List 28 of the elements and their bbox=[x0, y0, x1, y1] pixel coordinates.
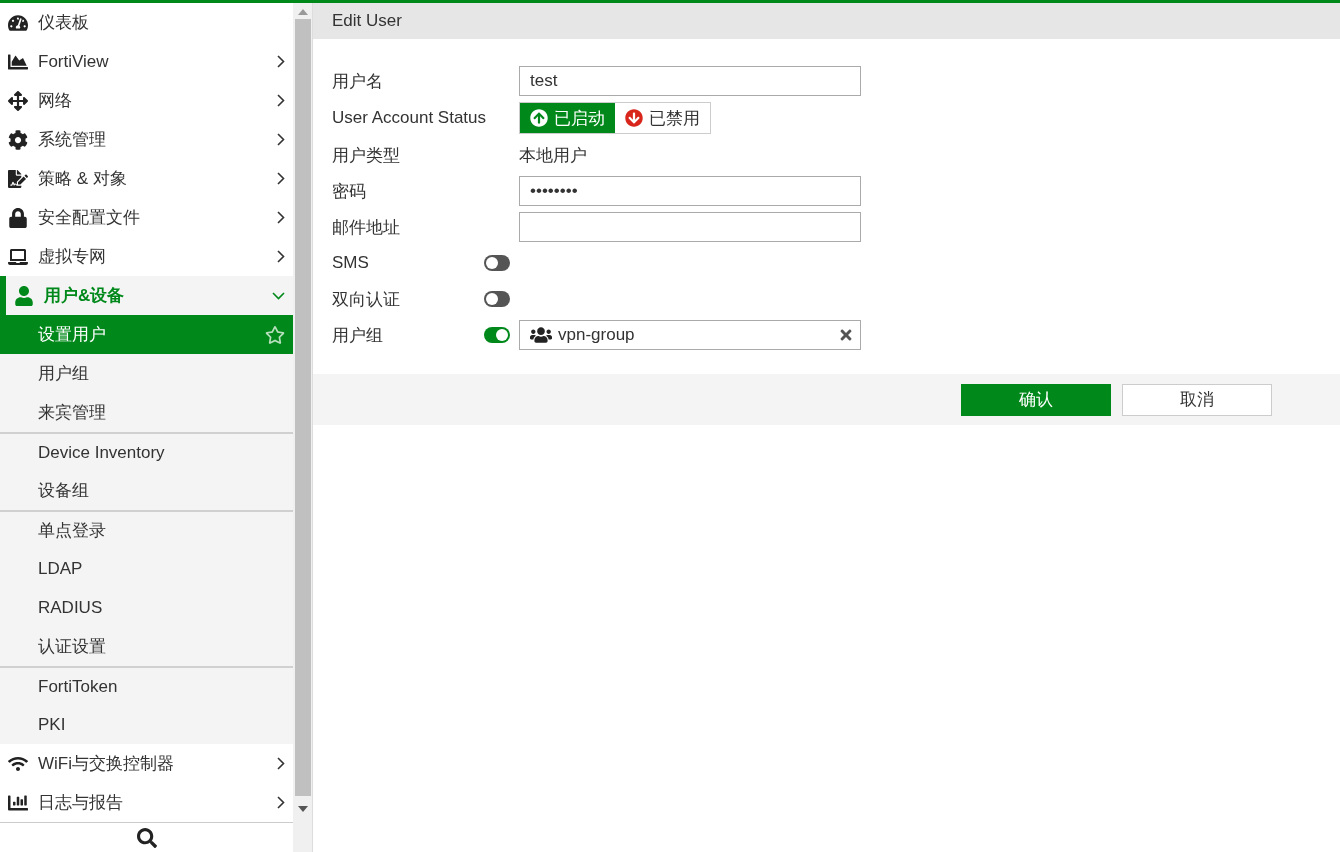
tag-field[interactable]: vpn-group bbox=[519, 320, 861, 350]
submenu-item[interactable]: FortiToken bbox=[0, 666, 293, 705]
submenu-item[interactable]: PKI bbox=[0, 705, 293, 744]
text-field[interactable]: test bbox=[519, 66, 861, 96]
menu-item[interactable]: 用户&设备 bbox=[0, 276, 293, 315]
field-label: SMS bbox=[332, 253, 370, 273]
submenu-item[interactable]: 设备组 bbox=[0, 471, 293, 510]
text-field[interactable]: •••••••• bbox=[519, 176, 861, 206]
submenu-item[interactable]: 用户组 bbox=[0, 354, 293, 393]
field-label: 用户类型 bbox=[332, 144, 401, 167]
submenu-item[interactable]: LDAP bbox=[0, 549, 293, 588]
field-label: 用户组 bbox=[332, 324, 384, 347]
field-label: 密码 bbox=[332, 180, 367, 203]
submenu-item[interactable]: 认证设置 bbox=[0, 627, 293, 666]
confirm-button[interactable]: 确认 bbox=[961, 383, 1111, 416]
field-label: 双向认证 bbox=[332, 288, 401, 311]
submenu-item[interactable]: 单点登录 bbox=[0, 510, 293, 549]
status-option[interactable]: 已启动 bbox=[520, 103, 615, 133]
submenu-item[interactable]: 来宾管理 bbox=[0, 393, 293, 432]
panel-title: Edit User bbox=[313, 3, 1340, 39]
cancel-button[interactable]: 取消 bbox=[1122, 383, 1272, 416]
field-value: 本地用户 bbox=[519, 144, 587, 167]
submenu-item[interactable]: RADIUS bbox=[0, 588, 293, 627]
submenu-item[interactable]: 设置用户 bbox=[0, 315, 293, 354]
field-label: 用户名 bbox=[332, 70, 384, 93]
submenu-item[interactable]: Device Inventory bbox=[0, 432, 293, 471]
field-label: 邮件地址 bbox=[332, 216, 401, 239]
group-tag: vpn-group bbox=[558, 325, 832, 345]
